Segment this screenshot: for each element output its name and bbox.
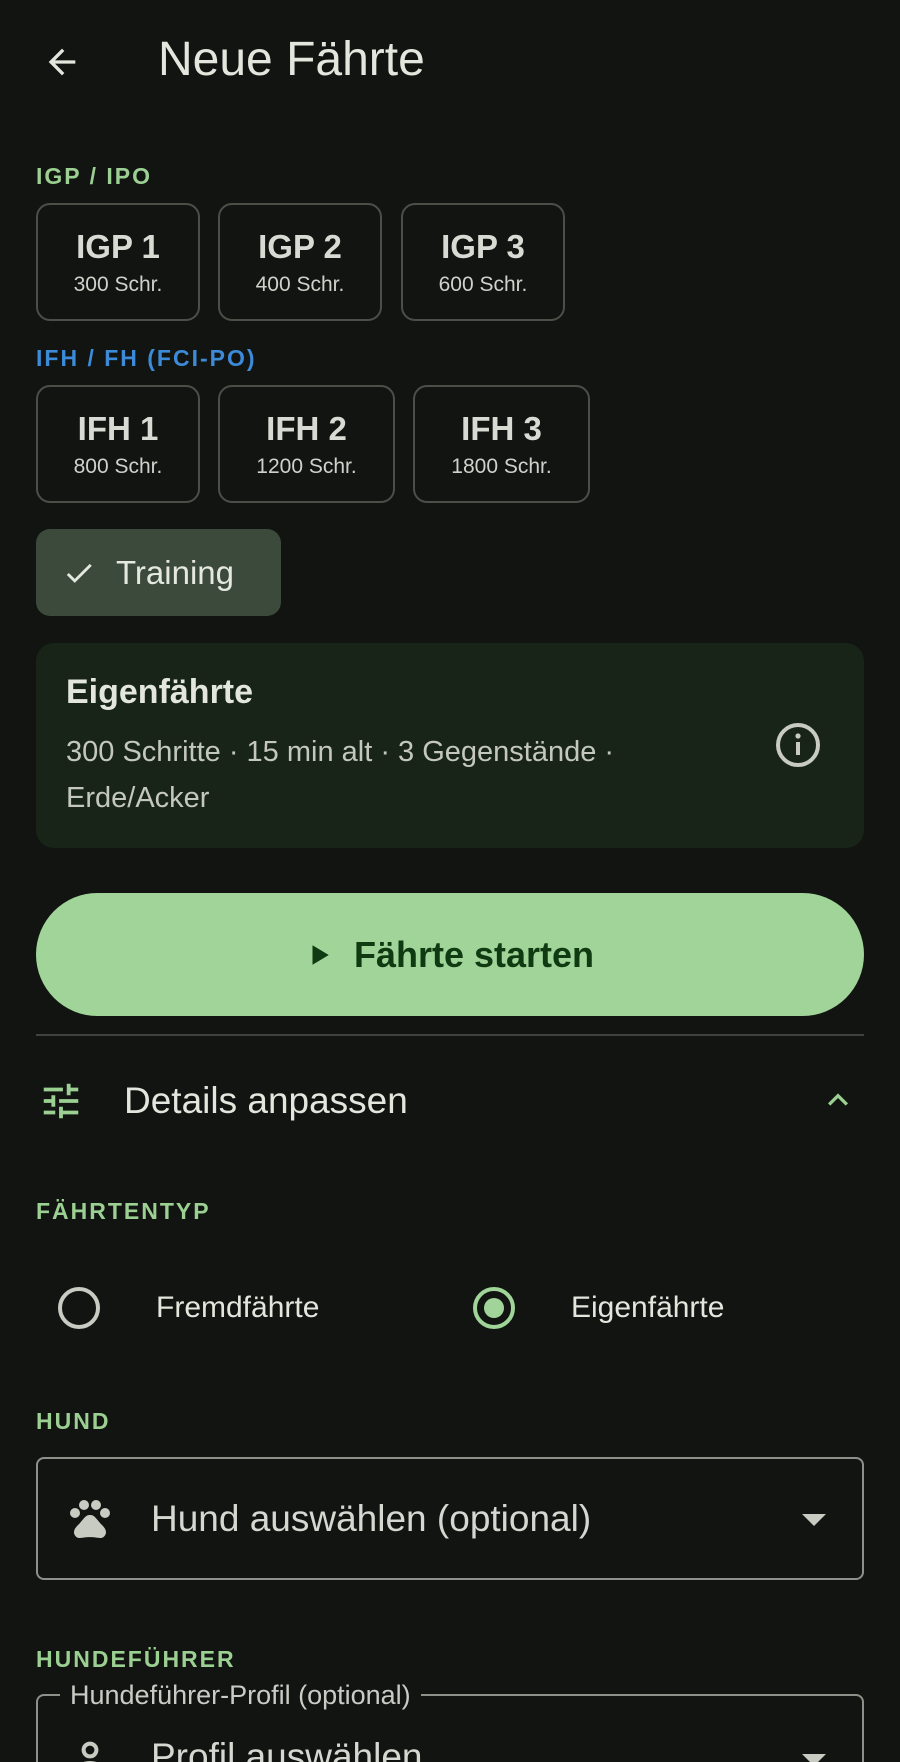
- arrow-back-icon: [48, 48, 76, 76]
- divider: [36, 1034, 864, 1036]
- ifh-section-label: IFH / FH (FCI-PO): [36, 345, 257, 371]
- details-label: Details anpassen: [124, 1080, 408, 1121]
- page-title: Neue Fährte: [158, 33, 425, 86]
- details-expander[interactable]: Details anpassen: [0, 1040, 900, 1155]
- chip-title: IGP 3: [441, 228, 525, 265]
- chip-title: IFH 3: [461, 410, 542, 447]
- chip-subtitle: 800 Schr.: [73, 455, 163, 478]
- chip-subtitle: 600 Schr.: [438, 273, 528, 296]
- dropdown-arrow-icon: [802, 1514, 826, 1526]
- radio-button[interactable]: [58, 1287, 100, 1329]
- chip-title: IFH 2: [266, 410, 347, 447]
- app-bar: Neue Fährte: [0, 0, 900, 120]
- check-icon: [66, 563, 92, 583]
- summary-card-title: Eigenfährte: [66, 673, 254, 711]
- start-track-button[interactable]: Fährte starten: [36, 893, 864, 1016]
- faehrtentyp-label: FÄHRTENTYP: [36, 1198, 211, 1224]
- dropdown-arrow-icon: [802, 1754, 826, 1762]
- chevron-up-icon: [828, 1093, 848, 1106]
- igp-section-label: IGP / IPO: [36, 163, 152, 189]
- radio-label: Eigenfährte: [571, 1291, 725, 1324]
- chip-training-label: Training: [116, 553, 234, 591]
- chip-subtitle: 1800 Schr.: [451, 455, 552, 478]
- paw-icon: [70, 1500, 110, 1539]
- handler-field-label: Hundeführer-Profil (optional): [60, 1678, 421, 1712]
- info-icon[interactable]: [774, 721, 822, 769]
- hund-label: HUND: [36, 1408, 111, 1434]
- chip-igp-3[interactable]: IGP 3 600 Schr.: [401, 203, 565, 321]
- back-button[interactable]: [30, 30, 94, 94]
- dog-select-value: Hund auswählen (optional): [151, 1498, 592, 1539]
- radio-button-selected[interactable]: [473, 1287, 515, 1329]
- chip-igp-1[interactable]: IGP 1 300 Schr.: [36, 203, 200, 321]
- hundefuehrer-label: HUNDEFÜHRER: [36, 1646, 236, 1672]
- radio-label: Fremdfährte: [156, 1291, 320, 1324]
- summary-card: Eigenfährte 300 Schritte · 15 min alt · …: [36, 643, 864, 848]
- person-icon: [81, 1741, 99, 1762]
- summary-card-description: 300 Schritte · 15 min alt · 3 Gegenständ…: [66, 736, 615, 814]
- start-track-label: Fährte starten: [353, 933, 595, 975]
- chip-ifh-3[interactable]: IFH 3 1800 Schr.: [413, 385, 590, 503]
- radio-eigenfaehrte[interactable]: Eigenfährte: [473, 1270, 724, 1346]
- chip-title: IGP 1: [76, 228, 160, 265]
- chip-igp-2[interactable]: IGP 2 400 Schr.: [218, 203, 382, 321]
- play-icon: [312, 944, 329, 965]
- chip-title: IFH 1: [77, 410, 159, 447]
- dog-select-dropdown[interactable]: Hund auswählen (optional): [36, 1457, 864, 1580]
- chip-ifh-2[interactable]: IFH 2 1200 Schr.: [218, 385, 395, 503]
- handler-select-value: Profil auswählen: [151, 1736, 423, 1762]
- chip-ifh-1[interactable]: IFH 1 800 Schr.: [36, 385, 200, 503]
- tune-icon: [43, 1083, 79, 1119]
- chip-title: IGP 2: [258, 228, 342, 265]
- radio-fremdfaehrte[interactable]: Fremdfährte: [58, 1270, 319, 1346]
- chip-subtitle: 400 Schr.: [255, 273, 345, 296]
- chip-subtitle: 1200 Schr.: [256, 455, 357, 478]
- chip-training[interactable]: Training: [36, 529, 281, 616]
- chip-subtitle: 300 Schr.: [73, 273, 163, 296]
